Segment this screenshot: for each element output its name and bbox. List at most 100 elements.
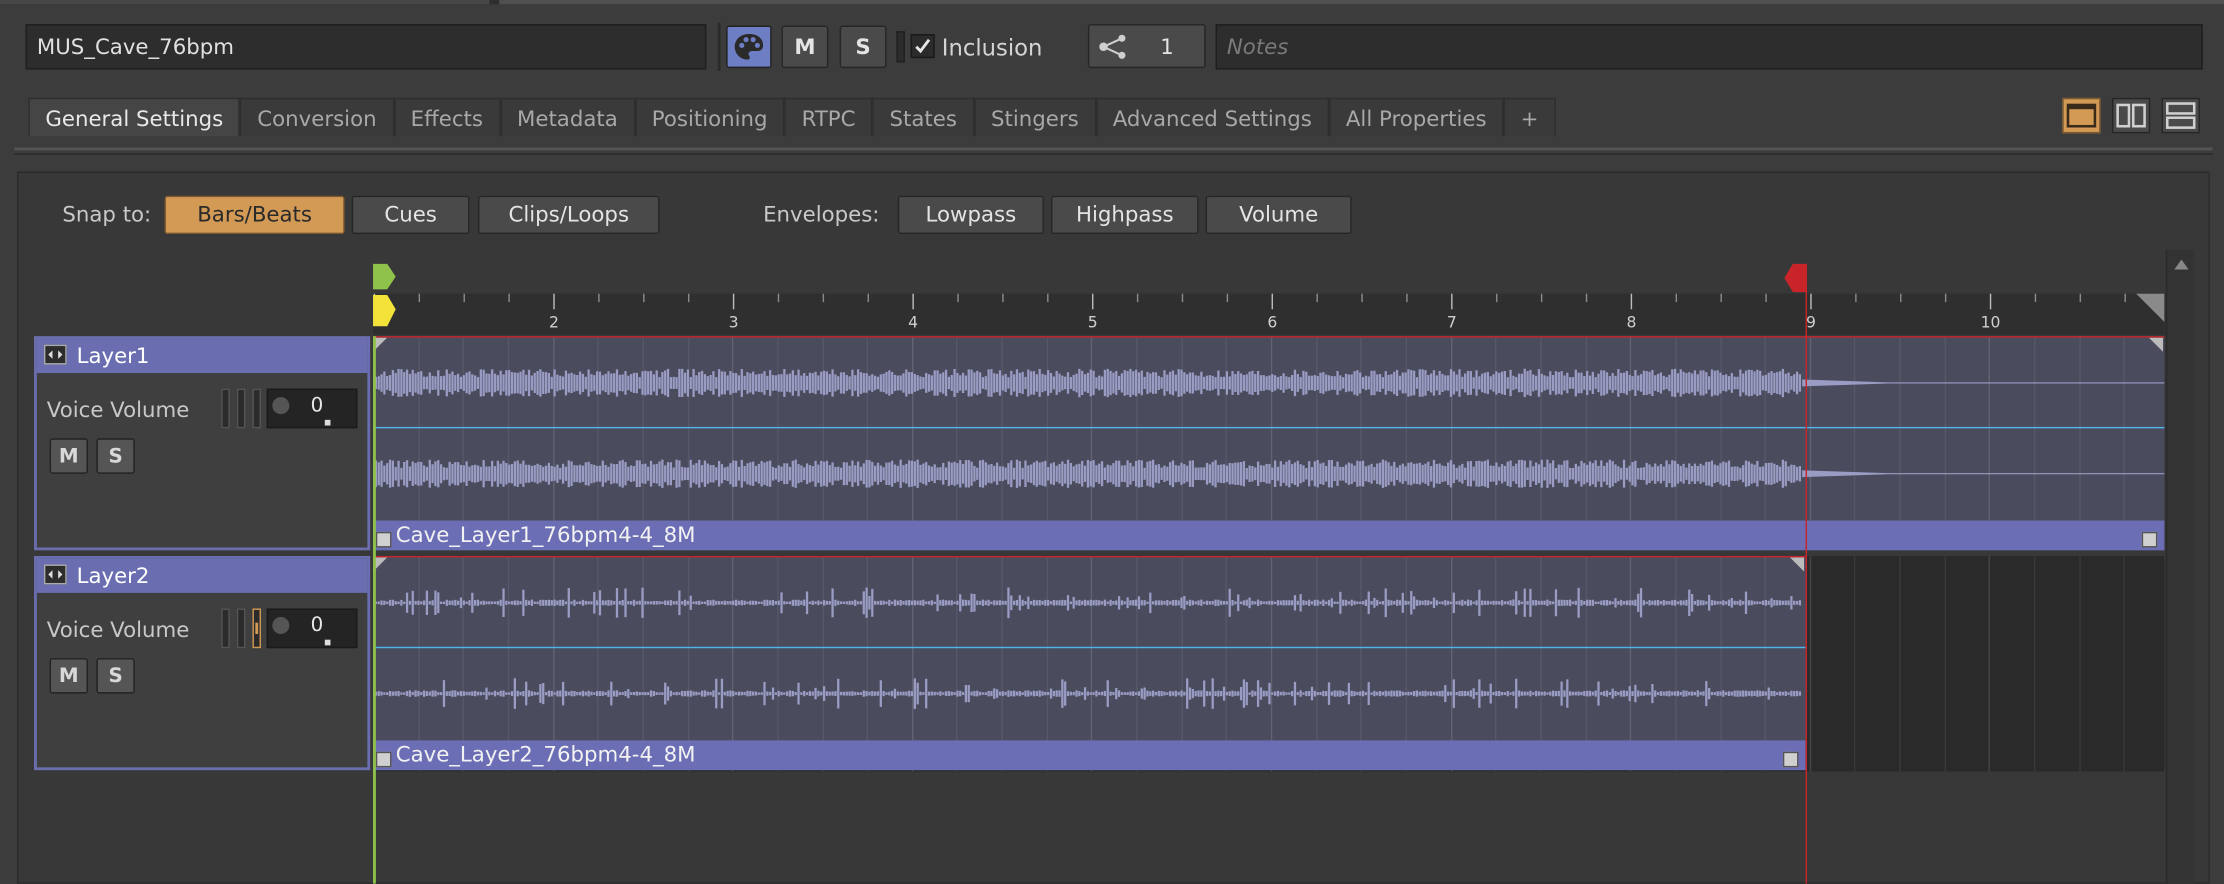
ruler-label: 5 [1088, 314, 1098, 332]
gridline [1854, 556, 1856, 772]
layer-header-1[interactable]: Layer1 Voice Volume 0 M S [34, 336, 371, 551]
scroll-up-icon [2174, 259, 2189, 270]
tab-conversion[interactable]: Conversion [240, 97, 394, 137]
layout-single-button[interactable] [2062, 97, 2101, 134]
knob-icon [272, 616, 290, 635]
layout-split-horizontal-icon [2165, 102, 2196, 129]
layer-mute-button[interactable]: M [49, 438, 88, 474]
waveform-right [373, 678, 1802, 709]
envelopes-label: Envelopes: [763, 201, 880, 227]
tab-states[interactable]: States [872, 97, 974, 137]
envelope-volume-button[interactable]: Volume [1205, 195, 1352, 235]
trim-handle-right[interactable] [1782, 751, 1799, 768]
ruler-label: 3 [729, 314, 739, 332]
layer-title: Layer1 [36, 338, 368, 374]
voice-volume-label: Voice Volume [46, 397, 190, 423]
property-tabs: General Settings Conversion Effects Meta… [28, 97, 1556, 137]
top-strip-segment [0, 0, 490, 5]
trim-handle-left[interactable] [375, 751, 392, 768]
slider-thumb [324, 639, 331, 646]
waveform-left [373, 587, 1802, 619]
ruler-label: 4 [908, 314, 918, 332]
clip-name-bar-2[interactable]: Cave_Layer2_76bpm4-4_8M [373, 740, 1806, 771]
snap-label: Snap to: [62, 201, 152, 227]
object-name-field[interactable]: MUS_Cave_76bpm [25, 24, 707, 70]
layout-split-horizontal-button[interactable] [2161, 97, 2200, 134]
solo-button[interactable]: S [839, 25, 887, 69]
trim-handle-right[interactable] [2141, 531, 2158, 548]
tab-all-properties[interactable]: All Properties [1328, 97, 1504, 137]
gridline [1989, 556, 1991, 772]
layer-title: Layer2 [36, 558, 368, 593]
play-marker[interactable] [372, 261, 398, 292]
green-flag-icon [373, 263, 396, 290]
level-meter [221, 388, 230, 429]
layer-solo-button[interactable]: S [96, 658, 135, 694]
volume-value-field[interactable]: 0 [266, 608, 358, 649]
snap-clips-loops-button[interactable]: Clips/Loops [477, 195, 660, 235]
volume-center-line [373, 426, 2165, 429]
palette-icon [728, 27, 771, 67]
separator [717, 22, 721, 71]
snap-bars-beats-button[interactable]: Bars/Beats [164, 195, 345, 235]
share-count: 1 [1160, 34, 1174, 60]
inclusion-checkbox[interactable] [910, 34, 935, 59]
ruler-label: 6 [1267, 314, 1277, 332]
top-strip-segment [499, 0, 2224, 5]
ruler-label: 7 [1447, 314, 1457, 332]
checkmark-icon [915, 38, 931, 54]
timeline-ruler[interactable]: 2 3 4 5 6 7 8 9 10 [373, 293, 2166, 335]
tab-metadata[interactable]: Metadata [499, 97, 635, 137]
tab-add[interactable]: + [1503, 97, 1556, 137]
tab-stingers[interactable]: Stingers [973, 97, 1096, 137]
voice-volume-label: Voice Volume [46, 616, 190, 643]
gridline [1944, 556, 1946, 772]
tab-effects[interactable]: Effects [393, 97, 500, 137]
color-picker-button[interactable] [726, 25, 772, 69]
trim-handle-left[interactable] [375, 531, 392, 548]
gridline [2034, 556, 2036, 772]
fade-out-handle-icon[interactable] [1789, 557, 1805, 572]
entry-cue-marker[interactable] [372, 292, 398, 335]
vertical-scrollbar[interactable] [2165, 249, 2195, 884]
fade-out-handle-icon[interactable] [2148, 337, 2164, 352]
layer-track-2[interactable] [373, 556, 1806, 742]
layout-split-vertical-button[interactable] [2111, 97, 2151, 134]
volume-value-field[interactable]: 0 [266, 388, 358, 429]
waveform-path [373, 678, 1802, 709]
meter-mini [896, 31, 905, 63]
corner-grip-icon [2136, 293, 2165, 322]
playhead-line [373, 336, 376, 884]
clip-name: Cave_Layer2_76bpm4-4_8M [395, 741, 696, 768]
expand-icon[interactable] [43, 564, 67, 585]
level-meter [236, 608, 246, 649]
layer-mute-button[interactable]: M [49, 658, 88, 694]
resize-corner[interactable] [2136, 293, 2165, 322]
envelope-lowpass-button[interactable]: Lowpass [897, 195, 1044, 235]
clip-name: Cave_Layer1_76bpm4-4_8M [395, 521, 696, 548]
gridline [1809, 556, 1811, 772]
tab-positioning[interactable]: Positioning [634, 97, 785, 137]
gridline [2078, 556, 2081, 772]
clip-name-bar-1[interactable]: Cave_Layer1_76bpm4-4_8M [373, 520, 2165, 551]
share-button[interactable]: 1 [1087, 24, 1206, 69]
tab-general-settings[interactable]: General Settings [28, 97, 241, 137]
expand-icon[interactable] [43, 344, 67, 365]
yellow-flag-icon [373, 295, 396, 327]
layer-solo-button[interactable]: S [96, 438, 135, 474]
tab-advanced-settings[interactable]: Advanced Settings [1095, 97, 1329, 137]
level-meter [252, 388, 261, 429]
notes-field[interactable]: Notes [1215, 24, 2203, 70]
window-top-strip [0, 0, 2224, 5]
mute-button[interactable]: M [781, 25, 829, 69]
ruler-ticks: 2 3 4 5 6 7 8 9 10 [373, 293, 2126, 332]
snap-cues-button[interactable]: Cues [351, 195, 470, 235]
divider [14, 147, 2213, 151]
tab-rtpc[interactable]: RTPC [784, 97, 873, 137]
layer-header-2[interactable]: Layer2 Voice Volume 0 M S [34, 556, 371, 771]
envelope-highpass-button[interactable]: Highpass [1051, 195, 1199, 235]
inclusion-label: Inclusion [941, 34, 1043, 61]
layer-track-1[interactable] [373, 336, 2165, 522]
level-meter [221, 608, 230, 649]
waveform-tail [1802, 379, 2165, 387]
